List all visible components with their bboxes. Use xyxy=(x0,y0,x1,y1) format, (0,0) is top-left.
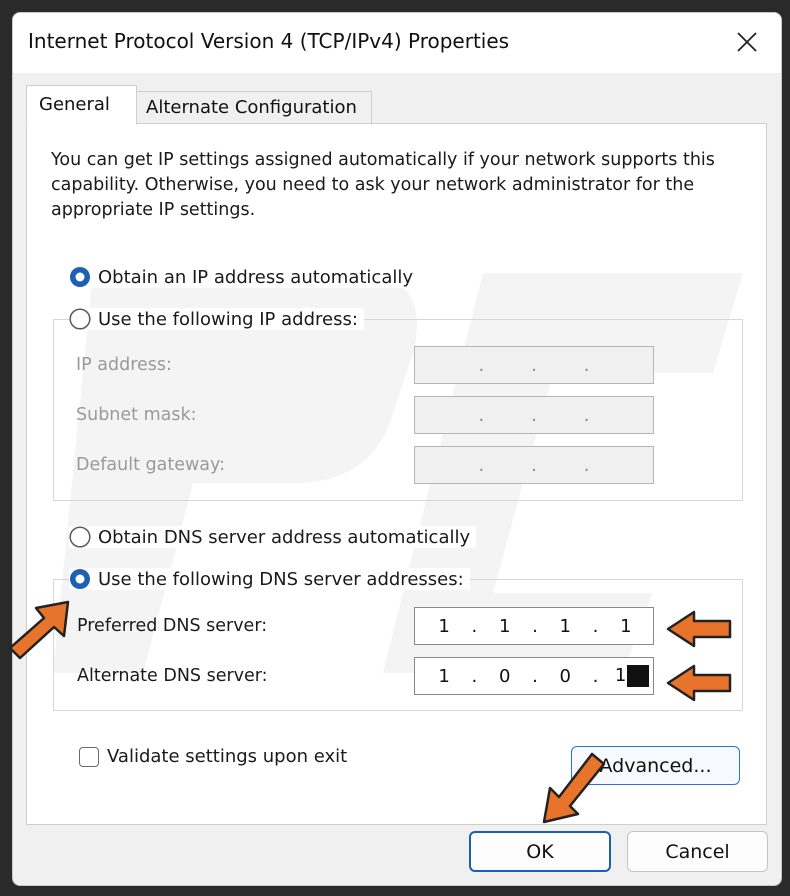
alternate-dns-field[interactable]: 1 . 0 . 0 . 1 xyxy=(414,657,654,695)
octet-dot: . xyxy=(532,615,538,637)
default-gateway-label: Default gateway: xyxy=(76,455,225,475)
close-icon xyxy=(737,32,757,52)
close-button[interactable] xyxy=(725,23,769,63)
radio-unselected-icon xyxy=(69,526,91,548)
octet: 1 xyxy=(559,615,571,637)
octet: 1 xyxy=(614,665,627,686)
octet: . xyxy=(583,354,590,376)
validate-settings-label: Validate settings upon exit xyxy=(107,746,348,767)
octet: . xyxy=(531,454,537,476)
dialog-window: Internet Protocol Version 4 (TCP/IPv4) P… xyxy=(12,12,782,886)
radio-unselected-icon xyxy=(69,308,91,330)
tab-general[interactable]: General xyxy=(26,85,137,125)
validate-settings-checkbox[interactable]: Validate settings upon exit xyxy=(79,746,354,767)
radio-selected-icon xyxy=(70,267,90,287)
checkbox-icon xyxy=(79,746,99,767)
octet: 1 xyxy=(438,615,450,637)
tab-alternate-configuration[interactable]: Alternate Configuration xyxy=(136,91,372,124)
obtain-ip-auto-radio[interactable]: Obtain an IP address automatically xyxy=(69,266,420,288)
preferred-dns-label: Preferred DNS server: xyxy=(77,616,268,636)
octet: 1 xyxy=(438,665,450,687)
octet-dot: . xyxy=(592,665,599,687)
alternate-dns-label: Alternate DNS server: xyxy=(77,666,268,686)
obtain-dns-auto-radio[interactable]: Obtain DNS server address automatically xyxy=(69,526,477,548)
use-following-ip-label: Use the following IP address: xyxy=(98,308,358,330)
octet: 1 xyxy=(498,615,511,637)
octet-dot: . xyxy=(471,615,478,637)
octet: . xyxy=(531,354,537,376)
octet-dot: . xyxy=(471,665,478,687)
default-gateway-field: ... xyxy=(414,446,654,484)
octet: . xyxy=(478,354,485,376)
title-bar: Internet Protocol Version 4 (TCP/IPv4) P… xyxy=(13,13,781,73)
octet: 0 xyxy=(559,665,571,687)
advanced-button[interactable]: Advanced... xyxy=(571,746,740,785)
use-following-ip-radio[interactable]: Use the following IP address: xyxy=(69,308,364,330)
octet: . xyxy=(531,404,537,426)
window-title: Internet Protocol Version 4 (TCP/IPv4) P… xyxy=(28,29,510,53)
preferred-dns-field[interactable]: 1 . 1 . 1 . 1 xyxy=(414,607,654,645)
description-text: You can get IP settings assigned automat… xyxy=(51,150,715,220)
octet: . xyxy=(478,404,485,426)
octet: . xyxy=(583,404,590,426)
octet: . xyxy=(583,454,590,476)
use-following-dns-radio[interactable]: Use the following DNS server addresses: xyxy=(69,568,470,590)
use-following-dns-label: Use the following DNS server addresses: xyxy=(98,568,464,590)
obtain-ip-auto-label: Obtain an IP address automatically xyxy=(98,266,414,288)
ok-button[interactable]: OK xyxy=(469,831,611,872)
subnet-mask-label: Subnet mask: xyxy=(76,405,197,425)
cancel-button[interactable]: Cancel xyxy=(627,831,768,872)
radio-selected-icon xyxy=(70,569,90,589)
octet: 1 xyxy=(620,615,632,637)
ip-address-field: ... xyxy=(414,346,654,384)
ip-address-label: IP address: xyxy=(76,355,172,375)
obtain-dns-auto-label: Obtain DNS server address automatically xyxy=(98,526,471,548)
octet-dot: . xyxy=(592,615,599,637)
subnet-mask-field: ... xyxy=(414,396,654,434)
octet: . xyxy=(478,454,485,476)
text-cursor xyxy=(627,665,650,687)
octet-dot: . xyxy=(532,665,538,687)
octet: 0 xyxy=(498,665,511,687)
